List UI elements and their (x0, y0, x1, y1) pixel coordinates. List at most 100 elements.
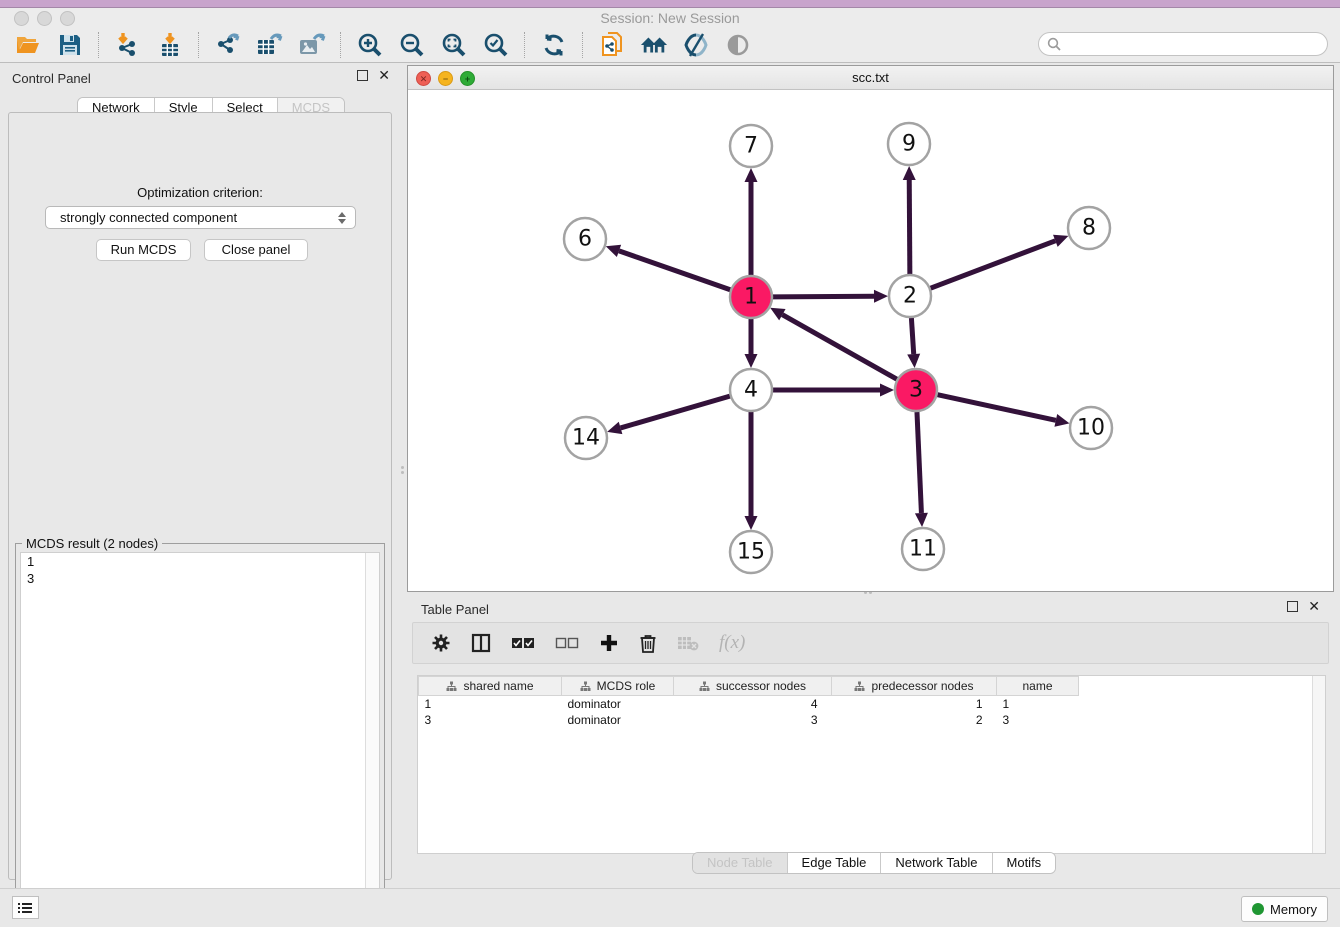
criterion-dropdown[interactable]: strongly connected component (45, 206, 356, 229)
tab-motifs[interactable]: Motifs (992, 853, 1056, 873)
search-icon (1047, 37, 1061, 51)
attribute-icon (699, 681, 710, 692)
search-field[interactable] (1038, 32, 1328, 56)
gear-icon[interactable] (431, 633, 451, 653)
float-table-panel-icon[interactable] (1287, 601, 1298, 612)
run-mcds-button[interactable]: Run MCDS (96, 239, 191, 261)
export-image-icon[interactable] (298, 31, 326, 59)
delete-table-icon[interactable] (677, 635, 699, 651)
table-panel: Table Panel ✕ f(x) (407, 596, 1334, 886)
node-table-grid[interactable]: shared name MCDS role successor nodes pr… (418, 676, 1079, 728)
eye-icon[interactable] (724, 31, 752, 59)
close-table-panel-icon[interactable]: ✕ (1308, 601, 1320, 612)
cell-name[interactable]: 1 (997, 696, 1079, 713)
zoom-out-icon[interactable] (398, 31, 426, 59)
graph-node-label-11: 11 (909, 537, 937, 562)
refresh-icon[interactable] (540, 31, 568, 59)
tab-node-table[interactable]: Node Table (693, 853, 787, 873)
app-title: Session: New Session (0, 10, 1340, 26)
cell-predecessor-nodes[interactable]: 1 (832, 696, 997, 713)
graph-edge-3-10[interactable] (937, 395, 1055, 421)
zoom-fit-icon[interactable] (440, 31, 468, 59)
result-scrollbar[interactable] (365, 553, 379, 917)
graph-edge-2-9[interactable] (909, 180, 910, 274)
home-icon[interactable] (640, 31, 668, 59)
cell-mcds-role[interactable]: dominator (562, 712, 674, 728)
cell-shared-name[interactable]: 1 (419, 696, 562, 713)
graph-node-label-9: 9 (902, 132, 916, 157)
deselect-all-icon[interactable] (555, 636, 579, 650)
float-panel-icon[interactable] (357, 70, 368, 81)
graph-edge-3-11[interactable] (917, 412, 921, 513)
graph-node-label-10: 10 (1077, 416, 1105, 441)
import-network-icon[interactable] (114, 31, 142, 59)
graph-node-label-2: 2 (903, 284, 917, 309)
network-graph-canvas[interactable]: 7968124314101511 (408, 89, 1333, 591)
control-panel-title: Control Panel (12, 71, 91, 86)
close-panel-button[interactable]: Close panel (204, 239, 308, 261)
graph-node-label-7: 7 (744, 134, 758, 159)
style-icon[interactable] (682, 31, 710, 59)
attribute-icon (854, 681, 865, 692)
search-input[interactable] (1067, 36, 1327, 53)
task-history-icon[interactable] (12, 896, 39, 919)
graph-edge-1-6[interactable] (619, 251, 730, 290)
vertical-splitter-handle[interactable] (401, 466, 404, 474)
table-row[interactable]: 3 dominator 3 2 3 (419, 712, 1079, 728)
column-header-shared-name[interactable]: shared name (419, 677, 562, 696)
graph-edge-2-8[interactable] (931, 241, 1056, 288)
mcds-result-text[interactable]: 1 3 (20, 552, 380, 918)
attribute-icon (446, 681, 457, 692)
graph-edge-2-3[interactable] (911, 318, 913, 354)
graph-node-label-8: 8 (1082, 216, 1096, 241)
import-table-icon[interactable] (156, 31, 184, 59)
mcds-tab-content: Optimization criterion: strongly connect… (8, 112, 392, 880)
network-window-titlebar[interactable]: ✕ − + scc.txt (408, 66, 1333, 90)
optimization-criterion-label: Optimization criterion: (9, 185, 391, 200)
tab-network-table[interactable]: Network Table (880, 853, 991, 873)
table-tabs: Node Table Edge Table Network Table Moti… (692, 852, 1056, 874)
graph-edge-1-2[interactable] (773, 296, 874, 297)
cell-shared-name[interactable]: 3 (419, 712, 562, 728)
export-table-icon[interactable] (256, 31, 284, 59)
column-header-predecessor-nodes[interactable]: predecessor nodes (832, 677, 997, 696)
desktop-background-strip (0, 0, 1340, 8)
memory-status-icon (1252, 903, 1264, 915)
tab-edge-table[interactable]: Edge Table (787, 853, 881, 873)
column-layout-icon[interactable] (471, 633, 491, 653)
duplicate-network-icon[interactable] (598, 31, 626, 59)
column-header-successor-nodes[interactable]: successor nodes (674, 677, 832, 696)
export-network-icon[interactable] (214, 31, 242, 59)
cell-successor-nodes[interactable]: 4 (674, 696, 832, 713)
close-panel-icon[interactable]: ✕ (378, 70, 390, 81)
table-scrollbar[interactable] (1312, 676, 1325, 853)
table-row[interactable]: 1 dominator 4 1 1 (419, 696, 1079, 713)
network-view-window: ✕ − + scc.txt 7968124314101511 (407, 65, 1334, 592)
save-session-icon[interactable] (56, 31, 84, 59)
app-titlebar: Session: New Session (0, 8, 1340, 28)
cell-successor-nodes[interactable]: 3 (674, 712, 832, 728)
delete-icon[interactable] (639, 633, 657, 653)
zoom-selected-icon[interactable] (482, 31, 510, 59)
table-toolbar: f(x) (412, 622, 1329, 664)
function-builder-icon[interactable]: f(x) (719, 632, 745, 654)
graph-node-label-4: 4 (744, 378, 758, 403)
memory-button[interactable]: Memory (1241, 896, 1328, 922)
network-view-title: scc.txt (408, 70, 1333, 85)
graph-node-label-14: 14 (572, 426, 600, 451)
select-all-icon[interactable] (511, 636, 535, 650)
zoom-in-icon[interactable] (356, 31, 384, 59)
graph-edge-3-1[interactable] (782, 315, 896, 380)
graph-node-label-1: 1 (744, 285, 758, 310)
cell-name[interactable]: 3 (997, 712, 1079, 728)
open-file-icon[interactable] (14, 31, 42, 59)
cell-predecessor-nodes[interactable]: 2 (832, 712, 997, 728)
column-header-name[interactable]: name (997, 677, 1079, 696)
main-toolbar (0, 28, 1340, 63)
cell-mcds-role[interactable]: dominator (562, 696, 674, 713)
graph-edge-4-14[interactable] (621, 396, 730, 428)
column-header-mcds-role[interactable]: MCDS role (562, 677, 674, 696)
attribute-icon (580, 681, 591, 692)
add-column-icon[interactable] (599, 633, 619, 653)
memory-label: Memory (1270, 902, 1317, 917)
